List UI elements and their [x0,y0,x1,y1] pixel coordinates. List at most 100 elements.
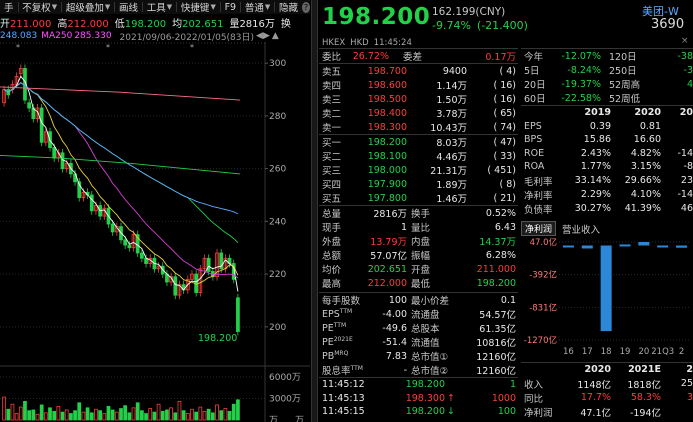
volume-bar[interactable] [236,399,240,421]
candle[interactable] [173,276,178,296]
volume-bar[interactable] [227,410,232,421]
volume-bar[interactable] [123,405,128,421]
profit-bar[interactable] [581,245,593,249]
period-return-row[interactable]: 60日 -22.58% 52周低 [521,91,693,106]
volume-bar[interactable] [198,406,203,421]
volume-bar[interactable] [14,413,19,421]
volume-bar[interactable] [215,404,219,421]
candle[interactable] [123,239,128,246]
period-return-row[interactable]: 20日 -19.37% 52周高 4 [521,77,693,92]
volume-bar[interactable] [148,408,153,421]
volume-bar[interactable] [219,410,224,421]
tab-revenue[interactable]: 营业收入 [562,222,600,236]
volume-bar[interactable] [202,410,207,421]
volume-bar[interactable] [56,405,61,421]
toolbar-item-tools[interactable]: 工具 ▼ [143,0,176,14]
volume-bar[interactable] [131,407,136,421]
volume-bar[interactable] [18,406,23,421]
volume-bar[interactable] [60,411,65,421]
fin-row[interactable]: ROE 2.43% 4.82% -14 [521,147,693,161]
volume-bar[interactable] [160,410,165,421]
volume-bar[interactable] [89,412,94,421]
toolbar-item-hand[interactable]: 手 [0,0,18,14]
fin-row[interactable]: 净利率 2.29% 4.10% -14 [521,188,693,202]
volume-bar[interactable] [6,408,11,421]
volume-bar[interactable] [231,403,236,421]
toolbar-item-f9[interactable]: F9 [221,2,241,13]
fin-row[interactable]: 负债率 30.27% 41.39% 46 [521,202,693,216]
volume-bar[interactable] [106,405,111,421]
period-return-row[interactable]: 今年 -12.07% 120日 -38 [521,49,693,64]
stat-row[interactable]: 总量 2816万 换手 0.52% [319,206,518,221]
fundamental-row[interactable]: EPSTTM -4.00 流通盘 54.57亿 [319,307,518,321]
volume-bar[interactable] [127,412,132,421]
candle[interactable] [89,194,94,212]
toolbar-item-shortcuts[interactable]: 快捷键 ▼ [177,0,220,14]
ask-row[interactable]: 卖二 198.400 3.78万 ( 65) [319,106,518,121]
volume-bar[interactable] [94,408,98,421]
toolbar-item-overlay[interactable]: 超级叠加 ▼ [62,0,114,14]
tick-row[interactable]: 11:45:13 198.300 ↑ 1000 [319,392,518,406]
volume-bar[interactable] [181,410,186,421]
ask-row[interactable]: 卖一 198.300 10.43万 ( 74) [319,120,518,135]
fundamental-row[interactable]: 股息率TTM - 总市值② 12160亿 [319,363,518,378]
stat-row[interactable]: 总额 57.07亿 振幅 6.28% [319,248,518,263]
volume-bar[interactable] [140,410,144,421]
fin-row[interactable]: EPS 0.39 0.81 [521,120,693,134]
event-marker-icon[interactable]: * [106,43,110,52]
candle[interactable] [27,102,32,109]
volume-bar[interactable] [177,400,182,421]
kline-chart[interactable]: 300 280 260 240 220 200 * * * 6000万 3000万万 万 [0,42,310,422]
summary-row[interactable]: 收入 1148亿 1818亿 25 [521,377,693,391]
candle[interactable] [206,257,211,272]
volume-bar[interactable] [173,412,178,421]
stat-row[interactable]: 均价 202.651 开盘 211.000 [319,262,518,277]
volume-bar[interactable] [77,402,82,421]
volume-bar[interactable] [64,409,69,421]
volume-bar[interactable] [144,413,148,421]
volume-bar[interactable] [35,413,40,421]
tick-row[interactable]: 11:45:12 198.200 1 [319,378,518,392]
candle[interactable] [236,297,240,332]
bid-row[interactable]: 买四 197.900 1.89万 ( 8) [319,177,518,192]
fin-header-row[interactable]: 2019 2020 20 [521,106,693,120]
candle[interactable] [140,252,144,259]
volume-bar[interactable] [69,413,73,421]
close-icon[interactable]: × [681,36,689,46]
fin-row[interactable]: ROA 1.77% 3.15% -8 [521,160,693,174]
volume-bar[interactable] [85,407,90,421]
summary-row[interactable]: 同比 17.7% 58.3% 3 [521,391,693,405]
fundamental-row[interactable]: PETTM -49.6 总股本 61.35亿 [319,321,518,335]
toolbar-item-hide[interactable]: 隐藏 [275,0,302,14]
summary-header-row[interactable]: 2020 2021E 2 [521,363,693,377]
bid-row[interactable]: 买三 198.000 21.31万 ( 451) [319,163,518,178]
volume-bar[interactable] [2,396,6,421]
help-icon[interactable]: ? [301,1,311,13]
collapse-icon[interactable]: ▲ [272,31,279,41]
volume-bar[interactable] [39,404,44,421]
volume-bar[interactable] [23,400,27,421]
tick-row[interactable]: 11:45:15 198.200 ↓ 100 [319,405,518,419]
volume-bar[interactable] [31,409,36,421]
volume-bar[interactable] [223,408,228,421]
volume-bar[interactable] [73,410,77,421]
event-marker-icon[interactable]: * [16,43,20,52]
volume-bar[interactable] [135,402,140,421]
profit-bar[interactable] [619,244,631,247]
volume-bar[interactable] [102,413,107,421]
stat-row[interactable]: 最高 212.000 最低 198.200 [319,276,518,291]
ask-row[interactable]: 卖五 198.700 9400 ( 4) [319,64,518,79]
bid-row[interactable]: 买一 198.200 8.03万 ( 47) [319,135,518,150]
ask-row[interactable]: 卖四 198.600 1.14万 ( 16) [319,78,518,93]
stat-row[interactable]: 现手 1 量比 6.43 [319,220,518,235]
next-arrow-icon[interactable]: ▶ [263,31,270,41]
volume-bar[interactable] [81,411,86,421]
profit-bar[interactable] [676,245,688,248]
candle[interactable] [110,223,115,233]
volume-bar[interactable] [114,411,119,421]
volume-bar[interactable] [156,403,161,421]
toolbar-item-normal[interactable]: 普通 ▼ [241,0,274,14]
ask-row[interactable]: 卖三 198.500 1.50万 ( 16) [319,92,518,107]
candle[interactable] [39,107,44,143]
volume-bar[interactable] [190,408,194,421]
